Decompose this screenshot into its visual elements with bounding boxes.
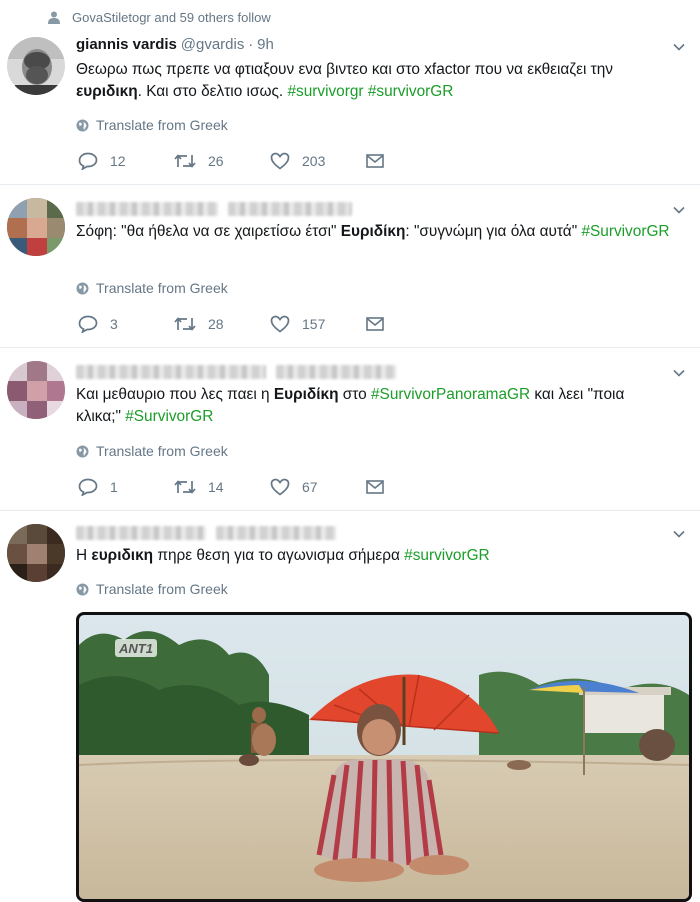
direct-message-button[interactable]: [366, 480, 384, 494]
retweet-icon: [174, 154, 196, 168]
hashtag-link[interactable]: #SurvivorGR: [125, 408, 213, 425]
like-count: 157: [302, 316, 326, 332]
reply-count: 1: [110, 479, 118, 495]
like-button[interactable]: 157: [270, 315, 366, 333]
hashtag-link[interactable]: #survivorGR: [368, 83, 454, 100]
tweet[interactable]: Και μεθαυριο που λες παει η Ευριδίκη στο…: [0, 347, 700, 511]
tweet-actions: 1 14 67: [78, 478, 384, 496]
globe-icon: [76, 583, 89, 595]
tweet-header: [76, 200, 352, 217]
direct-message-button[interactable]: [366, 317, 384, 331]
tweet-actions: 12 26 203: [78, 152, 384, 170]
display-name[interactable]: giannis vardis: [76, 36, 177, 53]
chevron-down-icon[interactable]: [672, 203, 686, 217]
like-count: 203: [302, 153, 326, 169]
blurred-user-name[interactable]: [76, 526, 206, 541]
tweet-header: giannis vardis @gvardis · 9h: [76, 36, 274, 53]
retweet-button[interactable]: 26: [174, 153, 270, 169]
tweet-media-image[interactable]: ANT1: [76, 612, 692, 902]
avatar[interactable]: [7, 361, 65, 419]
translate-link[interactable]: Translate from Greek: [76, 280, 228, 296]
like-icon: [270, 315, 290, 333]
like-button[interactable]: 203: [270, 152, 366, 170]
like-button[interactable]: 67: [270, 478, 366, 496]
separator-dot: ·: [248, 36, 254, 53]
channel-logo: ANT1: [118, 641, 153, 656]
like-count: 67: [302, 479, 318, 495]
translate-link[interactable]: Translate from Greek: [76, 117, 228, 133]
direct-message-button[interactable]: [366, 154, 384, 168]
retweet-icon: [174, 480, 196, 494]
direct-message-icon: [366, 317, 384, 331]
globe-icon: [76, 119, 89, 131]
globe-icon: [76, 282, 89, 294]
beach-scene-image: ANT1: [79, 615, 689, 899]
tweet-text: Και μεθαυριο που λες παει η Ευριδίκη στο…: [76, 386, 625, 425]
avatar[interactable]: [7, 198, 65, 256]
reply-count: 3: [110, 316, 118, 332]
tweet[interactable]: Σόφη: "θα ήθελα να σε χαιρετίσω έτσι" Ευ…: [0, 184, 700, 348]
blurred-user-name[interactable]: [76, 202, 218, 217]
tweet[interactable]: giannis vardis @gvardis · 9h Θεωρω πως π…: [0, 0, 700, 185]
hashtag-link[interactable]: #survivorgr: [287, 83, 363, 100]
blurred-user-handle[interactable]: [275, 365, 396, 380]
tweet-actions: 3 28 157: [78, 315, 384, 333]
tweet-header: [76, 363, 396, 380]
reply-button[interactable]: 1: [78, 478, 174, 496]
hashtag-link[interactable]: #SurvivorGR: [581, 223, 669, 240]
chevron-down-icon[interactable]: [672, 366, 686, 380]
blurred-user-handle[interactable]: [227, 202, 352, 217]
reply-icon: [78, 478, 98, 496]
like-icon: [270, 152, 290, 170]
reply-button[interactable]: 3: [78, 315, 174, 333]
hashtag-link[interactable]: #SurvivorPanoramaGR: [371, 386, 530, 403]
reply-icon: [78, 152, 98, 170]
reply-button[interactable]: 12: [78, 152, 174, 170]
like-icon: [270, 478, 290, 496]
hashtag-link[interactable]: #survivorGR: [404, 547, 490, 564]
avatar[interactable]: [7, 524, 65, 582]
retweet-count: 26: [208, 153, 224, 169]
retweet-button[interactable]: 28: [174, 316, 270, 332]
retweet-count: 14: [208, 479, 224, 495]
timestamp[interactable]: 9h: [257, 36, 274, 53]
tweet-text: Θεωρω πως πρεπε να φτιαξουν ενα βιντεο κ…: [76, 61, 613, 100]
blurred-user-handle[interactable]: [215, 526, 336, 541]
direct-message-icon: [366, 154, 384, 168]
retweet-count: 28: [208, 316, 224, 332]
retweet-icon: [174, 317, 196, 331]
chevron-down-icon[interactable]: [672, 40, 686, 54]
retweet-button[interactable]: 14: [174, 479, 270, 495]
translate-link[interactable]: Translate from Greek: [76, 443, 228, 459]
blurred-user-name[interactable]: [76, 365, 266, 380]
reply-count: 12: [110, 153, 126, 169]
globe-icon: [76, 445, 89, 457]
reply-icon: [78, 315, 98, 333]
direct-message-icon: [366, 480, 384, 494]
translate-link[interactable]: Translate from Greek: [76, 581, 228, 597]
chevron-down-icon[interactable]: [672, 527, 686, 541]
tweet-text: Σόφη: "θα ήθελα να σε χαιρετίσω έτσι" Ευ…: [76, 223, 670, 240]
tweet-text: Η ευριδικη πηρε θεση για το αγωνισμα σήμ…: [76, 547, 490, 564]
user-handle[interactable]: @gvardis: [181, 36, 245, 53]
tweet-header: [76, 524, 336, 541]
avatar[interactable]: [7, 37, 65, 95]
